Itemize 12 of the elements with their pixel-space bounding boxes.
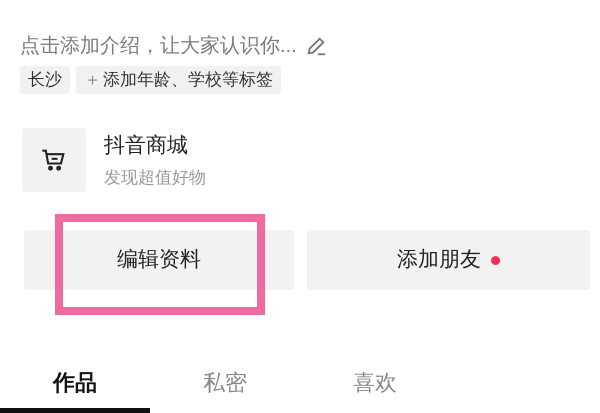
bio-placeholder[interactable]: 点击添加介绍，让大家认识你... [20, 32, 297, 60]
add-friends-button[interactable]: 添加朋友 [307, 230, 590, 290]
edit-profile-button[interactable]: 编辑资料 [24, 230, 294, 290]
profile-tab[interactable]: 私密 [150, 347, 300, 413]
profile-tab[interactable]: 喜欢 [300, 347, 450, 413]
tag-chip[interactable]: 长沙 [20, 66, 70, 94]
tag-chip[interactable]: ＋添加年龄、学校等标签 [76, 66, 281, 94]
shop-icon-tile[interactable] [22, 128, 86, 192]
shop-title[interactable]: 抖音商城 [104, 130, 206, 161]
shop-subtitle: 发现超值好物 [104, 167, 206, 189]
pencil-icon[interactable] [304, 35, 327, 57]
profile-tab[interactable]: 作品 [0, 347, 150, 413]
